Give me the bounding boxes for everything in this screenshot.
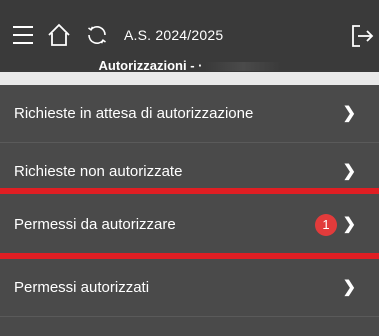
divider: [0, 316, 379, 317]
list-item-authorized-permits[interactable]: Permessi autorizzati ❯: [0, 259, 379, 317]
menu-icon[interactable]: [12, 24, 34, 46]
home-icon[interactable]: [47, 23, 71, 47]
list-item-label: Permessi autorizzati: [14, 279, 150, 296]
list-item-label: Richieste in attesa di autorizzazione: [14, 105, 254, 122]
chevron-right-icon: ❯: [342, 216, 356, 233]
notification-badge: 1: [315, 214, 337, 236]
chevron-right-icon: ❯: [342, 105, 356, 122]
section-title-text: Autorizzazioni - ·: [98, 58, 203, 73]
logout-icon[interactable]: [350, 24, 374, 48]
school-year-label: A.S. 2024/2025: [124, 27, 224, 43]
highlight-line-top: [0, 188, 379, 194]
top-bar: A.S. 2024/2025 Autorizzazioni - ·: [0, 0, 379, 73]
sync-icon[interactable]: [85, 23, 109, 47]
list-item-permits-to-authorize[interactable]: Permessi da autorizzare 1 ❯: [0, 196, 379, 254]
redacted-name: [204, 62, 281, 72]
list-item-pending-requests[interactable]: Richieste in attesa di autorizzazione ❯: [0, 85, 379, 143]
section-title: Autorizzazioni - ·: [0, 58, 379, 73]
chevron-right-icon: ❯: [342, 279, 356, 296]
list-item-label: Permessi da autorizzare: [14, 216, 176, 233]
